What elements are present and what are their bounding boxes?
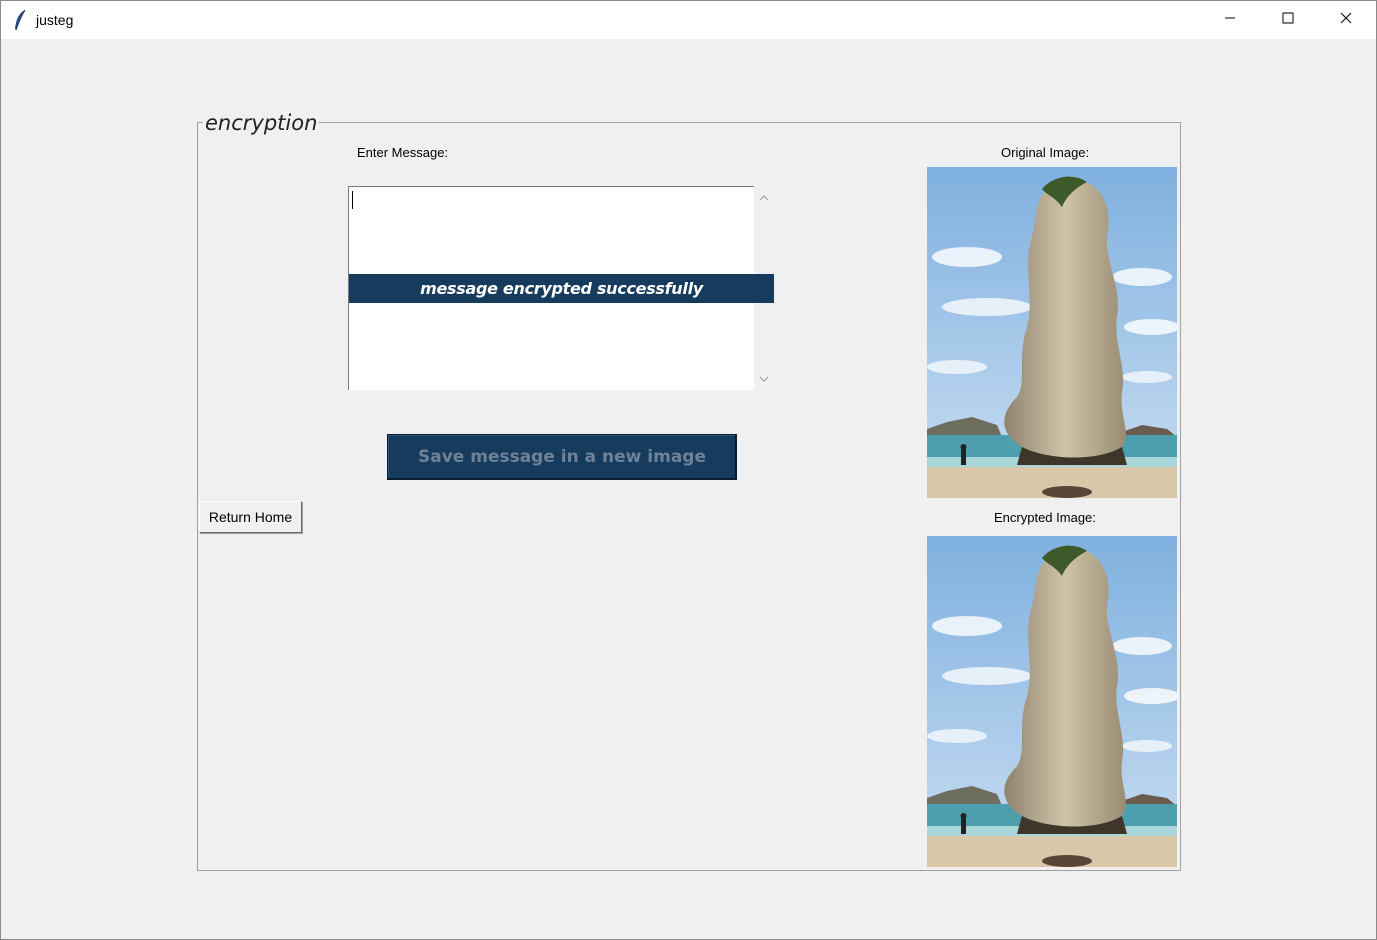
- original-image-label: Original Image:: [1001, 145, 1090, 160]
- encrypted-image-label: Encrypted Image:: [994, 510, 1096, 525]
- status-banner: message encrypted successfully: [349, 274, 774, 303]
- text-cursor: [352, 191, 353, 209]
- save-message-button[interactable]: Save message in a new image: [387, 434, 737, 480]
- close-icon: [1340, 11, 1352, 29]
- app-window: justeg encryption Enter Message: message…: [0, 0, 1377, 940]
- scroll-up-button[interactable]: [754, 188, 773, 206]
- original-image: [927, 167, 1177, 498]
- scroll-down-button[interactable]: [754, 370, 773, 388]
- minimize-button[interactable]: [1201, 1, 1259, 39]
- encrypted-image: [927, 536, 1177, 867]
- close-button[interactable]: [1317, 1, 1375, 39]
- chevron-down-icon: [759, 370, 769, 388]
- feather-icon: [13, 9, 27, 31]
- title-bar[interactable]: justeg: [1, 1, 1376, 39]
- minimize-icon: [1224, 11, 1236, 29]
- maximize-button[interactable]: [1259, 1, 1317, 39]
- maximize-icon: [1282, 11, 1294, 29]
- window-title: justeg: [36, 12, 74, 28]
- return-home-button[interactable]: Return Home: [199, 501, 302, 533]
- chevron-up-icon: [759, 188, 769, 206]
- message-label: Enter Message:: [357, 145, 449, 160]
- frame-title: encryption: [203, 111, 320, 135]
